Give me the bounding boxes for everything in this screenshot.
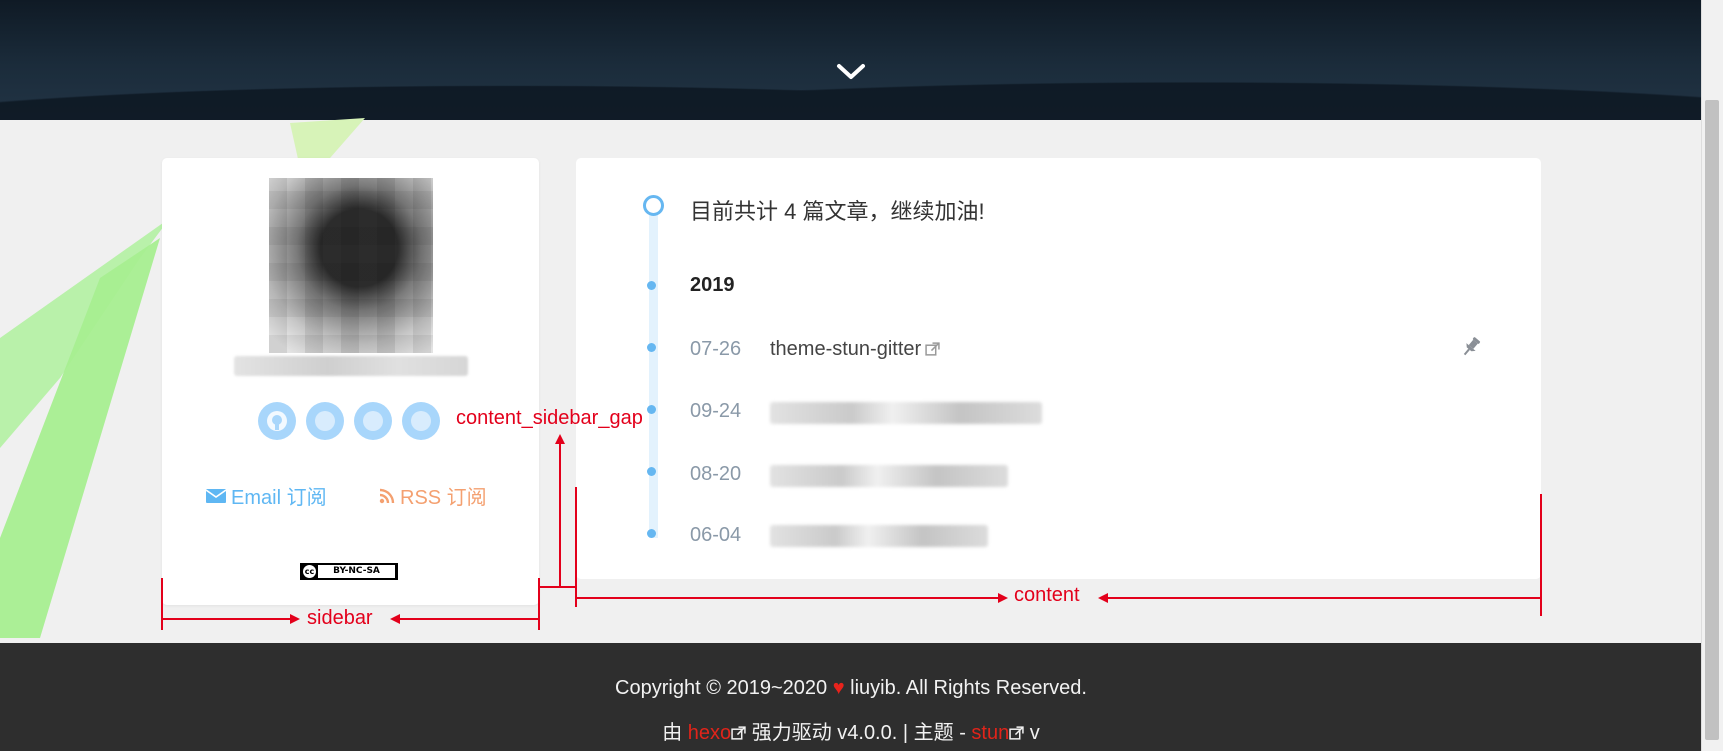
stun-link[interactable]: stun: [971, 722, 1009, 744]
cc-license-badge[interactable]: cc BY-NC-SA: [300, 563, 398, 580]
hero-background: [0, 50, 1702, 120]
timeline-dot: [647, 343, 656, 352]
rss-icon: [379, 488, 395, 503]
footer-powered-by: 由 hexo 强力驱动 v4.0.0. | 主题 - stun v: [0, 716, 1702, 745]
social-icon-3[interactable]: [354, 402, 392, 440]
annotation-sidebar-label: sidebar: [307, 607, 373, 629]
post-title: theme-stun-gitter: [770, 338, 922, 360]
external-link-icon: [1009, 726, 1024, 740]
theme-version: v: [1029, 722, 1040, 744]
scrollbar-thumb[interactable]: [1705, 100, 1719, 740]
timeline-dot: [647, 405, 656, 414]
chevron-down-icon[interactable]: [836, 62, 866, 82]
post-date: 09-24: [690, 400, 742, 422]
timeline-dot: [647, 529, 656, 538]
avatar[interactable]: [269, 178, 433, 353]
post-date: 06-04: [690, 524, 742, 546]
cc-icon: cc: [303, 565, 316, 578]
theme-prefix: 主题 -: [913, 722, 966, 744]
rss-subscribe-label: RSS 订阅: [400, 487, 487, 509]
github-icon[interactable]: [258, 402, 296, 440]
copyright-years: Copyright © 2019~2020: [615, 677, 828, 699]
footer: Copyright © 2019~2020 ♥ liuyib. All Righ…: [0, 643, 1702, 751]
annotation-gap-label: content_sidebar_gap: [456, 407, 643, 429]
timeline-head-dot: [643, 195, 664, 216]
powered-prefix: 由: [662, 722, 683, 744]
hexo-link[interactable]: hexo: [688, 722, 731, 744]
post-title-link[interactable]: theme-stun-gitter: [770, 338, 940, 361]
page-scrollbar[interactable]: [1701, 0, 1723, 751]
external-link-icon: [925, 342, 940, 356]
archive-year: 2019: [690, 274, 735, 296]
rss-subscribe-link[interactable]: RSS 订阅: [379, 481, 487, 510]
footer-copyright: Copyright © 2019~2020 ♥ liuyib. All Righ…: [0, 677, 1702, 700]
weibo-icon[interactable]: [306, 402, 344, 440]
email-subscribe-label: Email 订阅: [231, 487, 327, 509]
cc-license-text: BY-NC-SA: [318, 565, 395, 578]
github-glyph: [267, 411, 287, 431]
hero-banner: [0, 0, 1702, 120]
annotation-content-label: content: [1014, 584, 1080, 606]
post-title-link[interactable]: [770, 465, 1008, 487]
archive-summary: 目前共计 4 篇文章，继续加油!: [690, 199, 985, 224]
heart-icon: ♥: [832, 677, 845, 699]
powered-suffix: 强力驱动 v4.0.0.: [751, 722, 898, 744]
sidebar: Email 订阅 RSS 订阅 cc BY-NC-SA: [162, 158, 539, 605]
social-icon-4[interactable]: [402, 402, 440, 440]
pin-icon: [1463, 337, 1481, 356]
envelope-icon: [206, 488, 226, 503]
social-glyph-3: [363, 411, 383, 431]
weibo-glyph: [315, 411, 335, 431]
email-subscribe-link[interactable]: Email 订阅: [206, 481, 327, 510]
post-date: 07-26: [690, 338, 742, 360]
social-glyph-4: [411, 411, 431, 431]
post-date: 08-20: [690, 463, 742, 485]
timeline-year-dot: [647, 281, 656, 290]
post-title-link[interactable]: [770, 525, 988, 547]
copyright-owner: liuyib. All Rights Reserved.: [850, 677, 1087, 699]
social-links: [258, 402, 440, 440]
footer-separator: |: [902, 722, 909, 744]
timeline-dot: [647, 467, 656, 476]
post-title-link[interactable]: [770, 402, 1042, 424]
author-name: [234, 356, 468, 376]
content: 目前共计 4 篇文章，继续加油! 2019 07-26 theme-stun-g…: [576, 158, 1541, 579]
timeline-line: [649, 206, 658, 538]
external-link-icon: [731, 726, 746, 740]
